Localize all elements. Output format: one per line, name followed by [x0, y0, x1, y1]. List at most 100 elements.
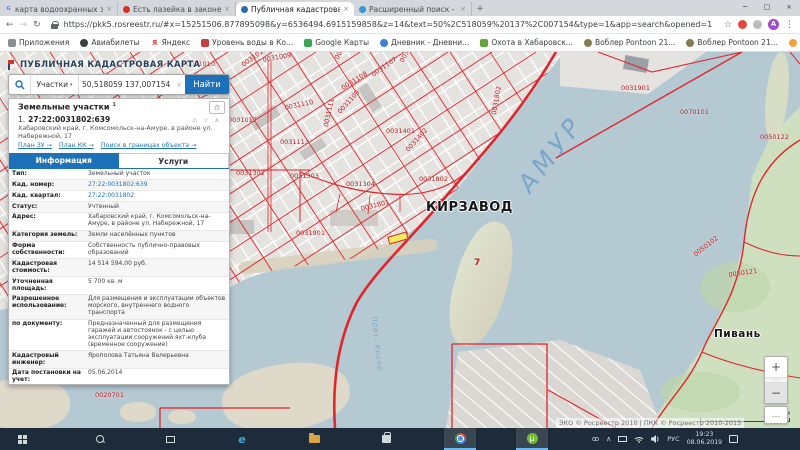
info-row: Дата постановки на учет: 05.06.2014: [9, 368, 229, 385]
bookmark-item[interactable]: Воблер Pontoon 21...: [686, 38, 777, 47]
map-label: 0020701: [95, 391, 124, 399]
tab-close-icon[interactable]: ×: [460, 5, 466, 13]
search-icon[interactable]: [9, 75, 31, 94]
bookmark-label: Google Карты: [315, 38, 369, 47]
wifi-icon[interactable]: [634, 435, 644, 443]
parcel-link[interactable]: План ЗУ →: [18, 142, 52, 149]
tab-favicon: [241, 6, 248, 13]
forward-icon[interactable]: →: [20, 20, 28, 30]
info-row: Кад. квартал: 27:22:0031802: [9, 191, 229, 202]
zoom-in-button[interactable]: +: [765, 357, 787, 377]
browser-tab[interactable]: Расширенный поиск - «Вода Рос ×: [354, 2, 472, 16]
tab-close-icon[interactable]: ×: [106, 5, 112, 13]
parcel-number[interactable]: 27:22:0031802:639: [28, 115, 110, 124]
browser-menu-icon[interactable]: ⋮: [785, 20, 794, 30]
parcel-link[interactable]: План КК →: [59, 142, 94, 149]
info-row: по документу: Предназначенный для размещ…: [9, 319, 229, 351]
search-category-dropdown[interactable]: Участки ▾: [31, 75, 79, 94]
browser-tab[interactable]: G карта водоохранных зон хабар ×: [0, 2, 118, 16]
browser-tab[interactable]: Публичная кадастровая карта ×: [236, 2, 354, 16]
favorites-button[interactable]: ☆: [209, 101, 225, 114]
window-minimize-button[interactable]: ─: [734, 0, 756, 14]
info-value: 05.06.2014: [85, 368, 229, 385]
action-center-icon[interactable]: [729, 435, 738, 443]
volume-icon[interactable]: [651, 435, 660, 443]
bookmark-item[interactable]: Google Карты: [304, 38, 369, 47]
bookmark-item[interactable]: Дневник - Дневни...: [380, 38, 469, 47]
edge-button[interactable]: e: [226, 428, 258, 450]
utorrent-button[interactable]: µ: [516, 428, 548, 450]
map-label: Пивань: [714, 328, 761, 340]
bookmark-label: Дневник - Дневни...: [391, 38, 469, 47]
windows-logo-icon: [18, 435, 27, 444]
screen: G карта водоохранных зон хабар × Есть ла…: [0, 0, 800, 450]
item-action-icons[interactable]: ⚠ ☆ ∧: [192, 117, 221, 124]
search-submit-button[interactable]: Найти: [185, 75, 229, 94]
bookmark-favicon: [304, 39, 312, 47]
bookmark-item[interactable]: Уровень воды в Ко...: [201, 38, 293, 47]
info-value: Для размещения и эксплуатации объектов м…: [85, 294, 229, 319]
info-label: Тип:: [9, 169, 85, 179]
url-text[interactable]: https://pkk5.rosreestr.ru/#x=15251506.87…: [64, 20, 718, 29]
map-more-button[interactable]: …: [764, 406, 788, 424]
people-icon[interactable]: ꝏ: [592, 435, 599, 443]
tab-close-icon[interactable]: ×: [224, 5, 230, 13]
bookmark-favicon: [201, 39, 209, 47]
tray-chevron-icon[interactable]: ∧: [606, 435, 611, 443]
tab-close-icon[interactable]: ×: [343, 5, 349, 13]
search-input[interactable]: [79, 75, 173, 94]
window-close-button[interactable]: ×: [778, 0, 800, 14]
bookmark-item[interactable]: Авиабилеты: [80, 38, 139, 47]
info-value: Ярополова Татьяна Валерьевна: [85, 351, 229, 369]
map-label: 0031802: [419, 175, 448, 183]
bookmark-label: Воблер Pontoon 21...: [697, 38, 777, 47]
results-title: Земельные участки: [18, 103, 109, 112]
windows-taskbar: e µ ꝏ ∧ РУС 19:23 08.06.2019: [0, 428, 800, 450]
file-explorer-button[interactable]: [298, 428, 330, 450]
map-label: 0031113: [280, 138, 309, 146]
bookmark-favicon: [480, 39, 488, 47]
edge-icon: e: [238, 433, 245, 446]
tab-information[interactable]: Информация: [9, 153, 119, 168]
zoom-out-button[interactable]: −: [765, 383, 787, 403]
bookmark-item[interactable]: Хабаровск погода...: [789, 38, 800, 47]
taskbar-clock[interactable]: 19:23 08.06.2019: [687, 431, 722, 447]
tab-services[interactable]: Услуги: [119, 153, 230, 168]
bookmark-item[interactable]: Приложения: [8, 38, 69, 47]
zoom-controls: + ··· −: [764, 356, 788, 404]
reload-icon[interactable]: ↻: [33, 20, 41, 30]
bookmark-favicon: [686, 39, 694, 47]
parcel-info-table: Тип: Земельный участок Кад. номер: 27:22…: [9, 169, 229, 385]
info-label: Кад. квартал:: [9, 191, 85, 202]
store-button[interactable]: [370, 428, 402, 450]
chrome-button[interactable]: [444, 428, 476, 450]
back-icon[interactable]: ←: [6, 20, 14, 30]
keyboard-language[interactable]: РУС: [667, 435, 679, 443]
bookmark-item[interactable]: Охота в Хабаровск...: [480, 38, 573, 47]
clear-search-icon[interactable]: ×: [173, 75, 185, 94]
bookmark-favicon: [584, 39, 592, 47]
extension-icon-red[interactable]: [738, 20, 747, 29]
bookmark-item[interactable]: Я Яндекс: [151, 38, 191, 47]
bookmark-favicon: Я: [151, 39, 159, 47]
info-label: Кад. номер:: [9, 180, 85, 191]
info-value: 27:22:0031802:639: [85, 180, 229, 191]
tab-title: карта водоохранных зон хабар: [15, 5, 103, 14]
browser-tab[interactable]: Есть лазейка в законе о рыбал ×: [118, 2, 236, 16]
bookmark-star-icon[interactable]: ☆: [724, 20, 732, 30]
info-label: Адрес:: [9, 212, 85, 230]
start-button[interactable]: [6, 428, 38, 450]
display-icon[interactable]: [618, 436, 627, 442]
window-maximize-button[interactable]: □: [756, 0, 778, 14]
info-row: Категория земель: Земли населённых пункт…: [9, 230, 229, 241]
task-view-button[interactable]: [154, 428, 186, 450]
profile-avatar[interactable]: A: [768, 19, 779, 30]
taskbar-search-button[interactable]: [84, 428, 116, 450]
extension-icon-gray[interactable]: [753, 20, 762, 29]
info-value: Земли населённых пунктов: [85, 230, 229, 241]
bookmarks-bar: Приложения Авиабилеты Я Яндекс Уровень в…: [0, 34, 800, 52]
bookmark-item[interactable]: Воблер Pontoon 21...: [584, 38, 675, 47]
pkk-brand: ПУБЛИЧНАЯ КАДАСТРОВАЯ КАРТА: [8, 58, 230, 71]
parcel-link[interactable]: Поиск в границах объекта →: [101, 142, 197, 149]
new-tab-button[interactable]: +: [472, 2, 488, 16]
